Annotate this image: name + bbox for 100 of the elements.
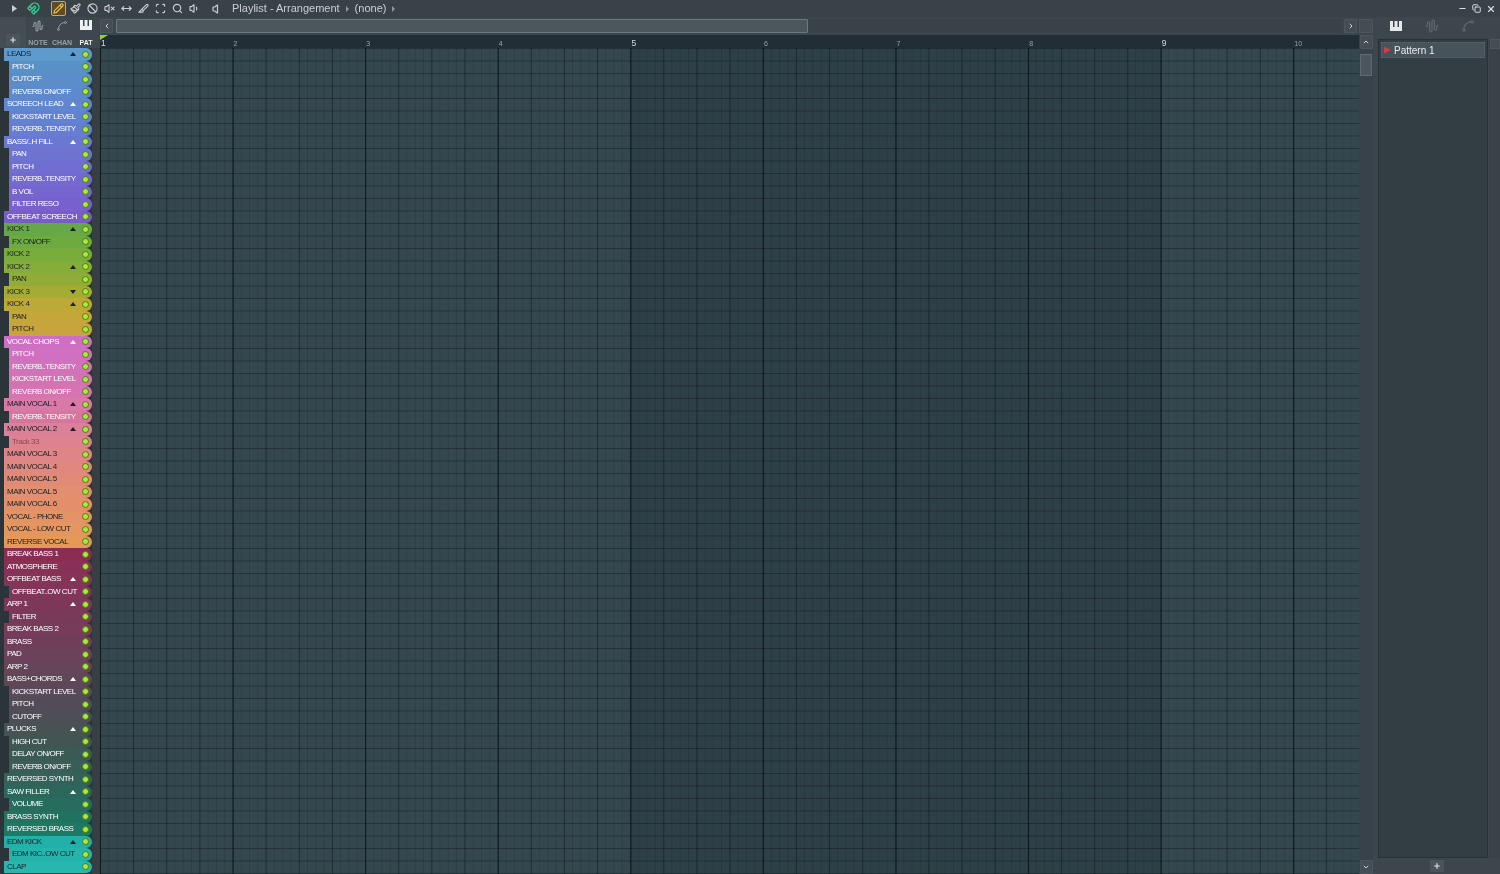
track-header[interactable]: CUTOFF bbox=[9, 73, 92, 86]
led-icon[interactable] bbox=[82, 275, 89, 283]
led-icon[interactable] bbox=[82, 213, 89, 221]
led-icon[interactable] bbox=[82, 50, 89, 58]
track-header[interactable]: LEADS bbox=[4, 48, 92, 61]
track-header[interactable]: MAIN VOCAL 2 bbox=[4, 423, 92, 436]
caret-icon[interactable] bbox=[70, 677, 76, 682]
track-header[interactable]: REVERSED BRASS bbox=[4, 823, 92, 836]
caret-icon[interactable] bbox=[70, 302, 76, 307]
led-icon[interactable] bbox=[82, 850, 89, 858]
led-icon[interactable] bbox=[82, 600, 89, 608]
pattern-item[interactable]: Pattern 1 bbox=[1381, 42, 1485, 58]
track-header[interactable]: EDM KIC..OW CUT bbox=[9, 848, 92, 861]
led-icon[interactable] bbox=[82, 363, 89, 371]
led-icon[interactable] bbox=[82, 425, 89, 433]
led-icon[interactable] bbox=[82, 538, 89, 546]
led-icon[interactable] bbox=[82, 700, 89, 708]
led-icon[interactable] bbox=[82, 88, 89, 96]
piano-keys-icon[interactable] bbox=[1390, 21, 1402, 31]
caret-icon[interactable] bbox=[70, 602, 76, 607]
led-icon[interactable] bbox=[82, 475, 89, 483]
caret-icon[interactable] bbox=[12, 5, 17, 12]
caret-icon[interactable] bbox=[70, 227, 76, 232]
track-header[interactable]: KICK 1 bbox=[4, 223, 92, 236]
led-icon[interactable] bbox=[82, 713, 89, 721]
waveform-icon[interactable] bbox=[32, 20, 44, 32]
led-icon[interactable] bbox=[82, 550, 89, 558]
caret-icon[interactable] bbox=[70, 402, 76, 407]
track-header[interactable]: PITCH bbox=[9, 698, 92, 711]
led-icon[interactable] bbox=[82, 175, 89, 183]
track-header[interactable]: OFFBEAT BASS bbox=[4, 573, 92, 586]
led-icon[interactable] bbox=[82, 613, 89, 621]
caret-icon[interactable] bbox=[70, 289, 76, 294]
track-header[interactable]: MAIN VOCAL 5 bbox=[4, 473, 92, 486]
led-icon[interactable] bbox=[82, 675, 89, 683]
restore-icon[interactable] bbox=[1472, 4, 1481, 13]
track-header[interactable]: REVERB..TENSITY bbox=[9, 123, 92, 136]
led-icon[interactable] bbox=[82, 738, 89, 746]
led-icon[interactable] bbox=[82, 250, 89, 258]
track-header[interactable]: MAIN VOCAL 1 bbox=[4, 398, 92, 411]
led-icon[interactable] bbox=[82, 388, 89, 396]
piano-keys-icon[interactable] bbox=[80, 20, 92, 30]
led-icon[interactable] bbox=[82, 650, 89, 658]
caret-icon[interactable] bbox=[70, 139, 76, 144]
led-icon[interactable] bbox=[82, 788, 89, 796]
led-icon[interactable] bbox=[82, 325, 89, 333]
track-header[interactable]: PAD bbox=[4, 648, 92, 661]
led-icon[interactable] bbox=[82, 238, 89, 246]
led-icon[interactable] bbox=[82, 638, 89, 646]
led-icon[interactable] bbox=[82, 163, 89, 171]
led-icon[interactable] bbox=[82, 663, 89, 671]
caret-icon[interactable] bbox=[70, 577, 76, 582]
led-icon[interactable] bbox=[82, 288, 89, 296]
track-header[interactable]: PAN bbox=[9, 273, 92, 286]
led-icon[interactable] bbox=[82, 575, 89, 583]
led-icon[interactable] bbox=[82, 350, 89, 358]
caret-icon[interactable] bbox=[392, 5, 396, 12]
led-icon[interactable] bbox=[82, 813, 89, 821]
track-header[interactable]: SCREECH LEAD bbox=[4, 98, 92, 111]
led-icon[interactable] bbox=[82, 450, 89, 458]
led-icon[interactable] bbox=[82, 488, 89, 496]
led-icon[interactable] bbox=[82, 750, 89, 758]
track-header[interactable]: ARP 1 bbox=[4, 598, 92, 611]
vertical-scrollbar[interactable] bbox=[1359, 35, 1373, 874]
horizontal-scrollbar[interactable] bbox=[116, 19, 1341, 33]
caret-icon[interactable] bbox=[70, 427, 76, 432]
track-header[interactable]: BREAK BASS 2 bbox=[4, 623, 92, 636]
led-icon[interactable] bbox=[82, 125, 89, 133]
track-header[interactable]: KICK 2 bbox=[4, 248, 92, 261]
caret-icon[interactable] bbox=[70, 789, 76, 794]
led-icon[interactable] bbox=[82, 525, 89, 533]
led-icon[interactable] bbox=[82, 400, 89, 408]
led-icon[interactable] bbox=[82, 725, 89, 733]
led-icon[interactable] bbox=[82, 513, 89, 521]
led-icon[interactable] bbox=[82, 200, 89, 208]
led-icon[interactable] bbox=[82, 300, 89, 308]
led-icon[interactable] bbox=[82, 500, 89, 508]
track-header[interactable]: PLUCKS bbox=[4, 723, 92, 736]
led-icon[interactable] bbox=[82, 438, 89, 446]
track-header[interactable]: VOCAL - LOW CUT bbox=[4, 523, 92, 536]
led-icon[interactable] bbox=[82, 63, 89, 71]
caret-icon[interactable] bbox=[70, 102, 76, 107]
track-header[interactable]: VOLUME bbox=[9, 798, 92, 811]
led-icon[interactable] bbox=[82, 463, 89, 471]
scrollbar-thumb[interactable] bbox=[1360, 54, 1372, 76]
caret-icon[interactable] bbox=[70, 264, 76, 269]
track-header[interactable]: PITCH bbox=[9, 323, 92, 336]
led-icon[interactable] bbox=[82, 338, 89, 346]
close-icon[interactable] bbox=[1485, 3, 1496, 14]
led-icon[interactable] bbox=[82, 763, 89, 771]
vertical-scrollbar[interactable] bbox=[1489, 39, 1500, 858]
led-icon[interactable] bbox=[82, 150, 89, 158]
magnet-icon[interactable] bbox=[27, 2, 40, 15]
track-header[interactable]: PAN bbox=[9, 148, 92, 161]
led-icon[interactable] bbox=[82, 688, 89, 696]
track-header[interactable]: REVERB..TENSITY bbox=[9, 173, 92, 186]
track-header[interactable]: BREAK BASS 1 bbox=[4, 548, 92, 561]
led-icon[interactable] bbox=[82, 775, 89, 783]
led-icon[interactable] bbox=[82, 825, 89, 833]
led-icon[interactable] bbox=[82, 588, 89, 596]
